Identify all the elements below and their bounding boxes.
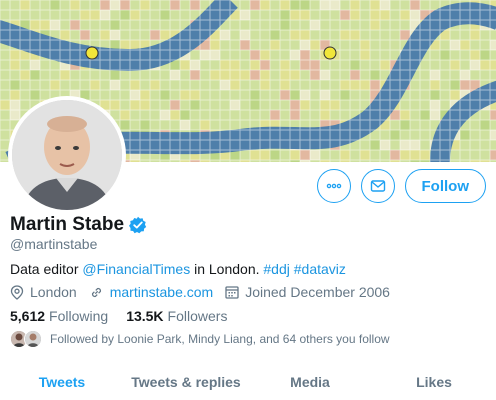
calendar-icon: [225, 286, 239, 299]
following-count: 5,612: [10, 308, 46, 324]
following-label: Following: [49, 308, 109, 324]
tab-tweets[interactable]: Tweets: [0, 364, 124, 400]
follow-button[interactable]: Follow: [404, 169, 486, 203]
profile-tabs: Tweets Tweets & replies Media Likes: [0, 364, 496, 400]
profile-name-row: Martin Stabe: [10, 214, 147, 236]
tab-media[interactable]: Media: [248, 364, 372, 400]
website-link[interactable]: martinstabe.com: [110, 284, 213, 300]
display-name: Martin Stabe: [10, 214, 125, 235]
profile-handle: @martinstabe: [10, 236, 98, 252]
location-item: London: [10, 284, 77, 300]
location-pin-icon: [10, 284, 24, 300]
bio-mention-link[interactable]: @FinancialTimes: [82, 261, 190, 277]
envelope-icon: [370, 180, 385, 192]
tab-tweets-replies[interactable]: Tweets & replies: [124, 364, 248, 400]
followers-count: 13.5K: [126, 308, 164, 324]
verified-badge-icon: [129, 216, 147, 234]
more-horizontal-icon: [326, 183, 341, 189]
followers-label: Followers: [167, 308, 228, 324]
profile-stats: 5,612 Following 13.5K Followers: [10, 308, 245, 324]
profile-meta: London martinstabe.com Joined December 2…: [10, 284, 402, 300]
bio-hashtag-link[interactable]: #ddj: [263, 261, 289, 277]
profile-bio: Data editor @FinancialTimes in London. #…: [10, 261, 346, 277]
bio-hashtag-link[interactable]: #dataviz: [294, 261, 346, 277]
following-stat[interactable]: 5,612 Following: [10, 308, 108, 324]
website-item: martinstabe.com: [89, 284, 213, 300]
mini-avatar: [24, 330, 42, 348]
link-icon: [91, 287, 101, 297]
more-button[interactable]: [316, 169, 351, 203]
followers-stat[interactable]: 13.5K Followers: [126, 308, 227, 324]
joined-item: Joined December 2006: [225, 284, 390, 300]
location-text: London: [30, 284, 77, 300]
bio-text: in London.: [190, 261, 264, 277]
joined-text: Joined December 2006: [245, 284, 390, 300]
followers-you-know-avatars: [10, 330, 42, 348]
message-button[interactable]: [360, 169, 395, 203]
followed-by-row[interactable]: Followed by Loonie Park, Mindy Liang, an…: [10, 330, 390, 348]
profile-actions: Follow: [316, 169, 486, 203]
bio-text: Data editor: [10, 261, 83, 277]
profile-avatar[interactable]: [8, 96, 126, 214]
tab-likes[interactable]: Likes: [372, 364, 496, 400]
followed-by-text: Followed by Loonie Park, Mindy Liang, an…: [50, 332, 390, 346]
